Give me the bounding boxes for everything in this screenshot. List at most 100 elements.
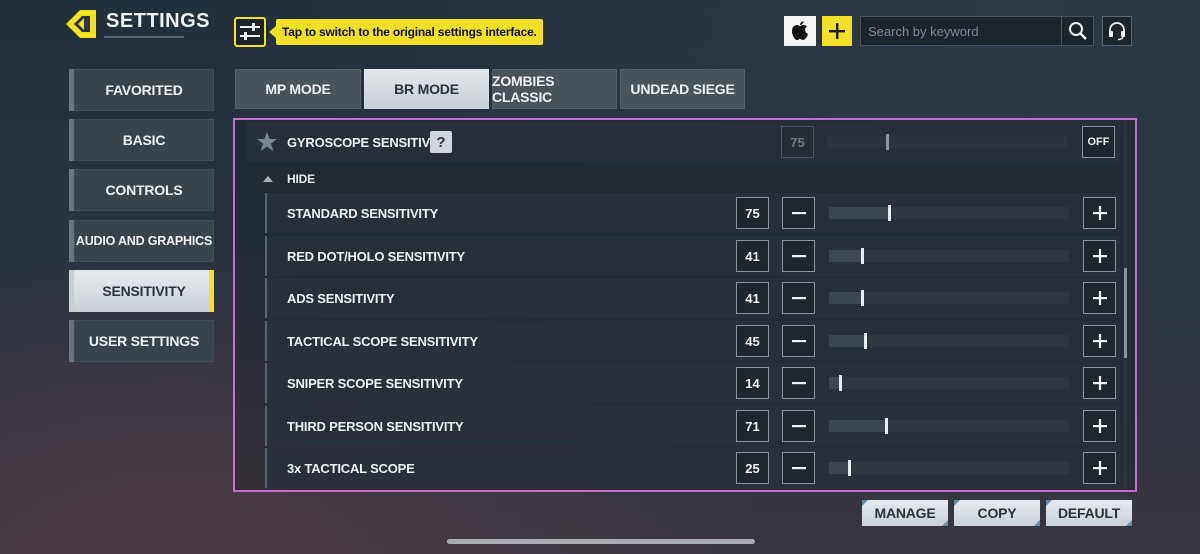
search-icon [1068,22,1087,40]
decrease-button[interactable] [782,197,815,229]
decrease-button[interactable] [782,240,815,272]
nav-item-sensitivity[interactable]: SENSITIVITY [69,270,214,312]
nav-item-audio-and-graphics[interactable]: AUDIO AND GRAPHICS [69,220,214,262]
sensitivity-slider[interactable] [829,248,1069,264]
increase-button[interactable] [1083,240,1116,272]
switch-interface-button[interactable] [234,17,266,47]
sensitivity-label: THIRD PERSON SENSITIVITY [287,418,464,434]
sensitivity-row: ADS SENSITIVITY 41 [265,278,1120,318]
slider-thumb[interactable] [839,375,843,391]
search-button[interactable] [1061,17,1093,45]
sensitivity-value[interactable]: 25 [736,452,769,484]
manage-button[interactable]: MANAGE [862,500,948,526]
add-button[interactable] [822,16,852,46]
sensitivity-row: 3x TACTICAL SCOPE 25 [265,448,1120,488]
minus-icon [791,425,806,428]
plus-icon [1092,461,1107,475]
sensitivity-row: TACTICAL SCOPE SENSITIVITY 45 [265,321,1120,361]
sensitivity-label: RED DOT/HOLO SENSITIVITY [287,248,465,264]
nav-item-favorited[interactable]: FAVORITED [69,69,214,111]
default-button[interactable]: DEFAULT [1046,500,1132,526]
increase-button[interactable] [1083,197,1116,229]
sensitivity-value[interactable]: 14 [736,367,769,399]
sensitivity-label: ADS SENSITIVITY [287,290,395,306]
slider-thumb[interactable] [860,290,864,306]
home-indicator [447,539,755,544]
decrease-button[interactable] [782,410,815,442]
tab-br-mode[interactable]: BR MODE [364,69,489,109]
help-icon[interactable]: ? [430,131,452,153]
tab-zombies-classic[interactable]: ZOMBIES CLASSIC [492,69,617,109]
sensitivity-slider[interactable] [829,375,1069,391]
plus-icon [1092,419,1107,433]
decrease-button[interactable] [782,325,815,357]
slider-thumb[interactable] [884,418,888,434]
star-icon[interactable] [256,131,278,153]
sensitivity-slider[interactable] [829,205,1069,221]
minus-icon [791,212,806,215]
sensitivity-label: 3x TACTICAL SCOPE [287,460,415,476]
minus-icon [791,297,806,300]
sensitivity-value[interactable]: 41 [736,240,769,272]
sensitivity-slider[interactable] [829,418,1069,434]
tab-mp-mode[interactable]: MP MODE [235,69,361,109]
sensitivity-value[interactable]: 71 [736,410,769,442]
hide-section-header[interactable]: HIDE [247,165,1120,193]
gyroscope-slider [827,134,1067,150]
minus-icon [791,382,806,385]
copy-button[interactable]: COPY [954,500,1040,526]
gyroscope-toggle[interactable]: OFF [1082,126,1115,158]
sensitivity-slider[interactable] [829,460,1069,476]
page-title: SETTINGS [106,10,211,32]
slider-fill [829,292,862,304]
sensitivity-slider[interactable] [829,333,1069,349]
sensitivity-value[interactable]: 45 [736,325,769,357]
apple-icon [792,21,808,40]
decrease-button[interactable] [782,282,815,314]
gyroscope-label: GYROSCOPE SENSITIVITY [287,134,450,150]
slider-fill [829,335,865,347]
search-input[interactable] [861,17,1061,45]
slider-fill [829,207,889,219]
nav-item-user-settings[interactable]: USER SETTINGS [69,320,214,362]
sensitivity-label: TACTICAL SCOPE SENSITIVITY [287,333,478,349]
minus-icon [791,467,806,470]
back-arrow-icon [66,10,96,38]
slider-thumb[interactable] [888,205,891,221]
sensitivity-slider[interactable] [829,290,1069,306]
increase-button[interactable] [1083,282,1116,314]
increase-button[interactable] [1083,410,1116,442]
caret-up-icon [263,176,273,182]
sensitivity-value[interactable]: 41 [736,282,769,314]
increase-button[interactable] [1083,325,1116,357]
apple-account-button[interactable] [784,16,816,46]
slider-thumb[interactable] [860,248,864,264]
plus-icon [829,23,845,39]
gyroscope-row: GYROSCOPE SENSITIVITY ? 75 OFF [247,122,1120,162]
slider-fill [829,462,849,474]
tab-undead-siege[interactable]: UNDEAD SIEGE [620,69,745,109]
slider-thumb[interactable] [848,460,851,476]
back-button[interactable] [62,6,98,42]
scrollbar-thumb[interactable] [1124,268,1127,358]
plus-icon [1092,291,1107,305]
increase-button[interactable] [1083,367,1116,399]
plus-icon [1092,249,1107,263]
decrease-button[interactable] [782,452,815,484]
nav-item-controls[interactable]: CONTROLS [69,169,214,211]
gyroscope-slider-thumb [886,134,889,150]
sensitivity-label: STANDARD SENSITIVITY [287,205,439,221]
minus-icon [791,340,806,343]
gyroscope-value: 75 [781,126,814,158]
sensitivity-value[interactable]: 75 [736,197,769,229]
increase-button[interactable] [1083,452,1116,484]
support-button[interactable] [1102,16,1132,46]
headset-icon [1109,22,1125,41]
search-box [860,16,1094,46]
sensitivity-label: SNIPER SCOPE SENSITIVITY [287,375,463,391]
decrease-button[interactable] [782,367,815,399]
sensitivity-row: THIRD PERSON SENSITIVITY 71 [265,406,1120,446]
sliders-icon [240,23,260,40]
slider-thumb[interactable] [864,333,867,349]
nav-item-basic[interactable]: BASIC [69,119,214,161]
